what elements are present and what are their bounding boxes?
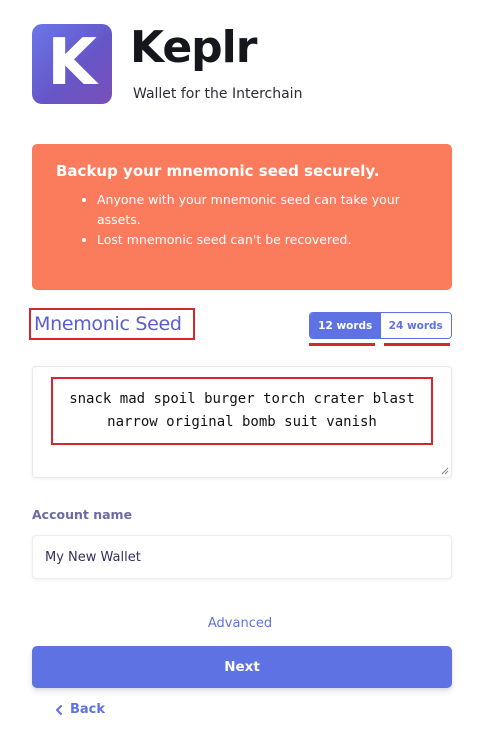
resize-grip-icon[interactable] [441,467,449,475]
highlight-underline [384,343,450,346]
mnemonic-seed-label: Mnemonic Seed [29,308,195,340]
back-button[interactable]: Back [52,702,105,717]
register-page: K Keplr Wallet for the Interchain Backup… [0,0,480,742]
next-button[interactable]: Next [32,646,452,688]
word-count-toggle: 12 words 24 words [309,312,452,339]
backup-warning: Backup your mnemonic seed securely. Anyo… [32,144,452,290]
account-name-label: Account name [32,507,133,522]
warning-list: Anyone with your mnemonic seed can take … [56,190,428,250]
warning-item: Lost mnemonic seed can't be recovered. [97,230,428,250]
highlight-underline [309,343,375,346]
brand-name: Keplr [130,22,257,73]
24-words-button[interactable]: 24 words [380,313,451,338]
warning-item: Anyone with your mnemonic seed can take … [97,190,428,230]
mnemonic-words: snack mad spoil burger torch crater blas… [51,377,433,445]
keplr-logo: K [32,24,112,104]
chevron-left-icon [56,704,62,715]
12-words-button[interactable]: 12 words [310,313,381,338]
logo-letter: K [47,26,97,100]
advanced-link[interactable]: Advanced [0,616,480,631]
warning-title: Backup your mnemonic seed securely. [56,162,380,180]
account-name-input[interactable] [32,535,452,579]
brand-tagline: Wallet for the Interchain [133,86,303,102]
back-label: Back [70,702,106,717]
